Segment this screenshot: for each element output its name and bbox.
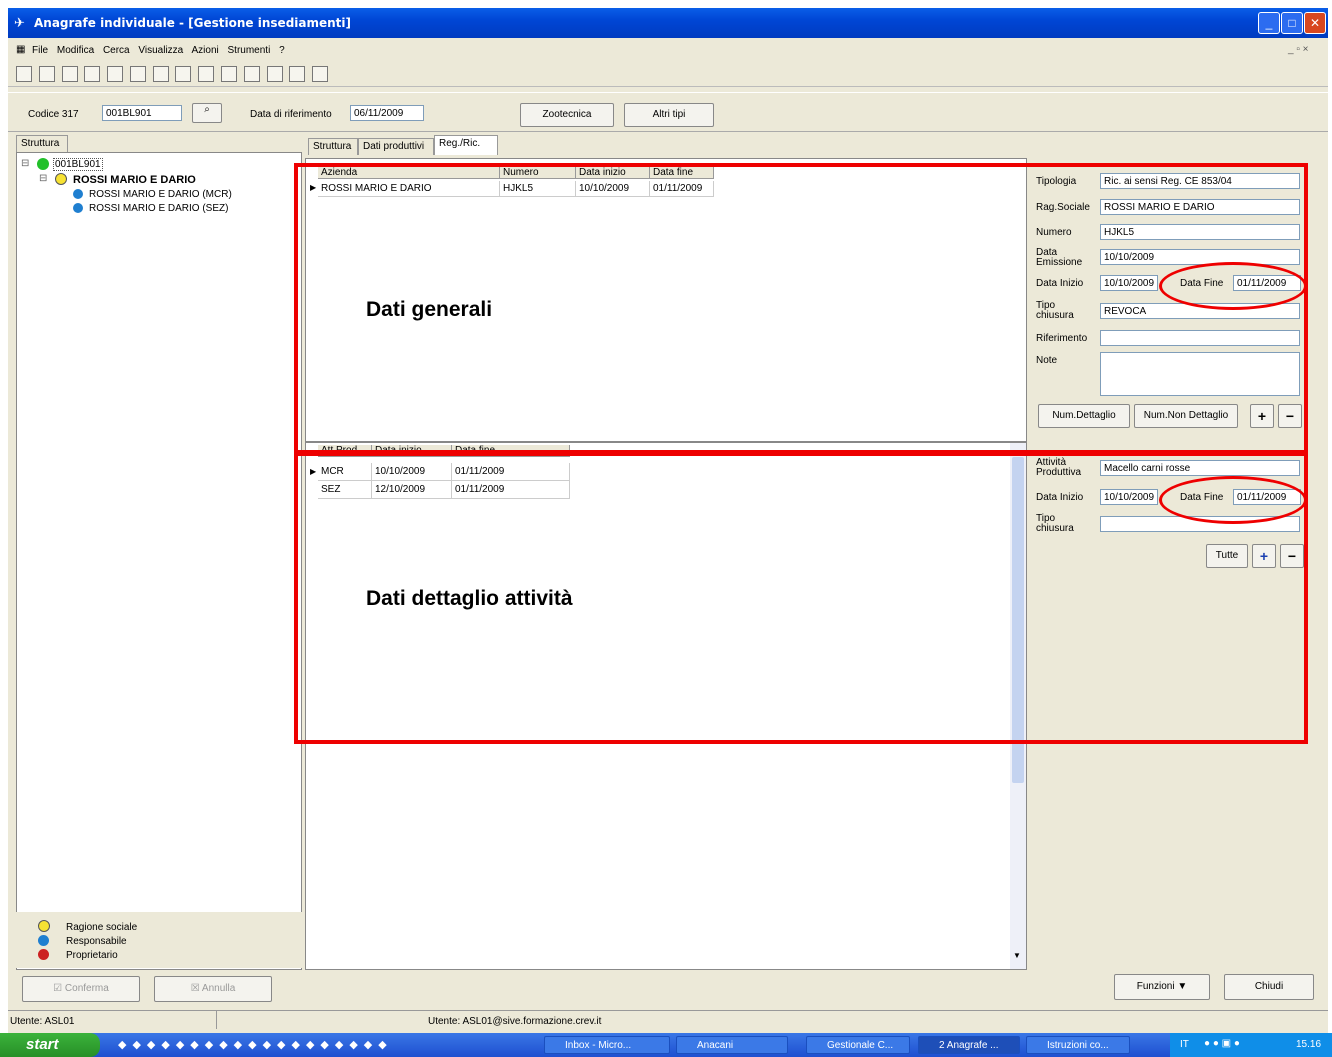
tree-icon[interactable] (16, 66, 32, 82)
data-riferimento-label: Data di riferimento (250, 109, 332, 120)
menu-cerca[interactable]: Cerca (103, 45, 130, 56)
toolbar (8, 62, 1328, 87)
annulla-button[interactable]: ☒ Annulla (154, 976, 272, 1002)
responsabile-icon (73, 189, 83, 199)
mdi-controls[interactable]: _ ▫ × (1288, 44, 1309, 55)
language-indicator[interactable]: IT (1180, 1039, 1189, 1050)
conferma-label: Conferma (64, 983, 109, 994)
menu-azioni[interactable]: Azioni (191, 45, 218, 56)
minimize-button[interactable]: _ (1258, 12, 1280, 34)
codice-input[interactable]: 001BL901 (102, 105, 182, 121)
chiudi-button[interactable]: Chiudi (1224, 974, 1314, 1000)
tab-dati-produttivi[interactable]: Dati produttivi (358, 138, 434, 155)
legend: Ragione sociale Responsabile Proprietari… (16, 912, 302, 968)
export-icon[interactable] (312, 66, 329, 82)
preview-icon[interactable] (61, 66, 78, 82)
tree-company[interactable]: ROSSI MARIO E DARIO (73, 174, 196, 186)
quick-launch[interactable]: ◆◆◆◆◆◆◆◆◆◆◆◆◆◆◆◆◆◆◆ (118, 1038, 518, 1052)
responsabile-icon (38, 935, 49, 946)
system-tray: IT ● ● ▣ ● 15.16 (1170, 1033, 1332, 1057)
tree-root[interactable]: 001BL901 (53, 158, 103, 171)
annulla-label: Annulla (201, 983, 236, 994)
search-icon: ⌕ (204, 104, 210, 115)
zootecnica-button[interactable]: Zootecnica (520, 103, 614, 127)
conferma-button[interactable]: ☑ Conferma (22, 976, 140, 1002)
menu-visualizza[interactable]: Visualizza (138, 45, 183, 56)
status-user-email: Utente: ASL01@sive.formazione.crev.it (428, 1016, 602, 1027)
tab-reg-ric[interactable]: Reg./Ric. (434, 135, 498, 155)
taskbar-item[interactable]: Inbox - Micro... (544, 1036, 670, 1054)
legend-ragione-sociale: Ragione sociale (66, 922, 138, 933)
ragione-sociale-icon (55, 173, 67, 185)
status-green-icon (37, 158, 49, 170)
legend-proprietario: Proprietario (66, 950, 118, 961)
annotation-ellipse-data-fine (1159, 476, 1307, 524)
status-user: Utente: ASL01 (10, 1016, 75, 1027)
funzioni-button[interactable]: Funzioni ▼ (1114, 974, 1210, 1000)
window-title: Anagrafe individuale - [Gestione insedia… (34, 16, 352, 30)
annotation-label-dettaglio-attivita: Dati dettaglio attività (366, 587, 573, 610)
app-icon: ✈ (14, 15, 25, 30)
tree-expander[interactable]: ⊟ (21, 158, 29, 169)
confirm-icon: ☑ (53, 983, 63, 994)
mdi-icon: ▦ (16, 44, 26, 55)
status-divider (216, 1011, 217, 1029)
menu-bar: ▦ File Modifica Cerca Visualizza Azioni … (8, 40, 1328, 60)
data-riferimento-input[interactable]: 06/11/2009 (350, 105, 424, 121)
filter-bar: Codice 317 001BL901 ⌕ Data di riferiment… (8, 92, 1328, 132)
taskbar: start ◆◆◆◆◆◆◆◆◆◆◆◆◆◆◆◆◆◆◆ Inbox - Micro.… (0, 1033, 1332, 1057)
taskbar-item[interactable]: Gestionale C... (806, 1036, 910, 1054)
print-icon[interactable] (38, 66, 55, 82)
altri-tipi-button[interactable]: Altri tipi (624, 103, 714, 127)
menu-modifica[interactable]: Modifica (57, 45, 94, 56)
menu-help[interactable]: ? (279, 45, 285, 56)
proprietario-icon (38, 949, 49, 960)
annotation-ellipse-data-fine (1159, 262, 1307, 310)
title-bar: ✈ Anagrafe individuale - [Gestione insed… (8, 8, 1328, 38)
tree-panel: ⊟ 001BL901 ⊟ ROSSI MARIO E DARIO ROSSI M… (16, 152, 302, 970)
tree-child-sez[interactable]: ROSSI MARIO E DARIO (SEZ) (89, 203, 228, 214)
cancel-icon[interactable] (266, 66, 283, 82)
scroll-down-icon[interactable]: ▼ (1013, 951, 1021, 960)
taskbar-item[interactable]: Anacani (676, 1036, 788, 1054)
clock: 15.16 (1296, 1039, 1322, 1050)
search-button[interactable]: ⌕ (192, 103, 222, 123)
tray-icons[interactable]: ● ● ▣ ● (1204, 1038, 1240, 1049)
save-icon[interactable] (129, 66, 146, 82)
window2-icon[interactable] (221, 66, 238, 82)
menu-strumenti[interactable]: Strumenti (228, 45, 271, 56)
paste-icon[interactable] (175, 66, 192, 82)
maximize-button[interactable]: □ (1281, 12, 1303, 34)
tree-expander-company[interactable]: ⊟ (39, 173, 47, 184)
open-icon[interactable] (107, 66, 124, 82)
status-bar: Utente: ASL01 Utente: ASL01@sive.formazi… (8, 1010, 1328, 1031)
start-label: start (26, 1036, 59, 1053)
annotation-label-dati-generali: Dati generali (366, 298, 493, 321)
new-icon[interactable] (84, 66, 101, 82)
tree-child-mcr[interactable]: ROSSI MARIO E DARIO (MCR) (89, 189, 232, 200)
check-icon[interactable] (243, 66, 260, 82)
cancel-icon: ☒ (190, 983, 200, 994)
legend-responsabile: Responsabile (66, 936, 127, 947)
taskbar-item[interactable]: Istruzioni co... (1026, 1036, 1130, 1054)
tab-struttura-left[interactable]: Struttura (16, 135, 68, 152)
ragione-sociale-icon (38, 920, 50, 932)
start-button[interactable]: start (0, 1033, 100, 1057)
responsabile-icon (73, 203, 83, 213)
refresh-icon[interactable] (289, 66, 306, 82)
window-icon[interactable] (198, 66, 215, 82)
close-button[interactable]: ✕ (1304, 12, 1326, 34)
copy-icon[interactable] (152, 66, 169, 82)
taskbar-item[interactable]: 2 Anagrafe ... (918, 1036, 1020, 1054)
codice-label: Codice 317 (28, 109, 79, 120)
tab-struttura[interactable]: Struttura (308, 138, 358, 155)
menu-file[interactable]: File (32, 45, 48, 56)
